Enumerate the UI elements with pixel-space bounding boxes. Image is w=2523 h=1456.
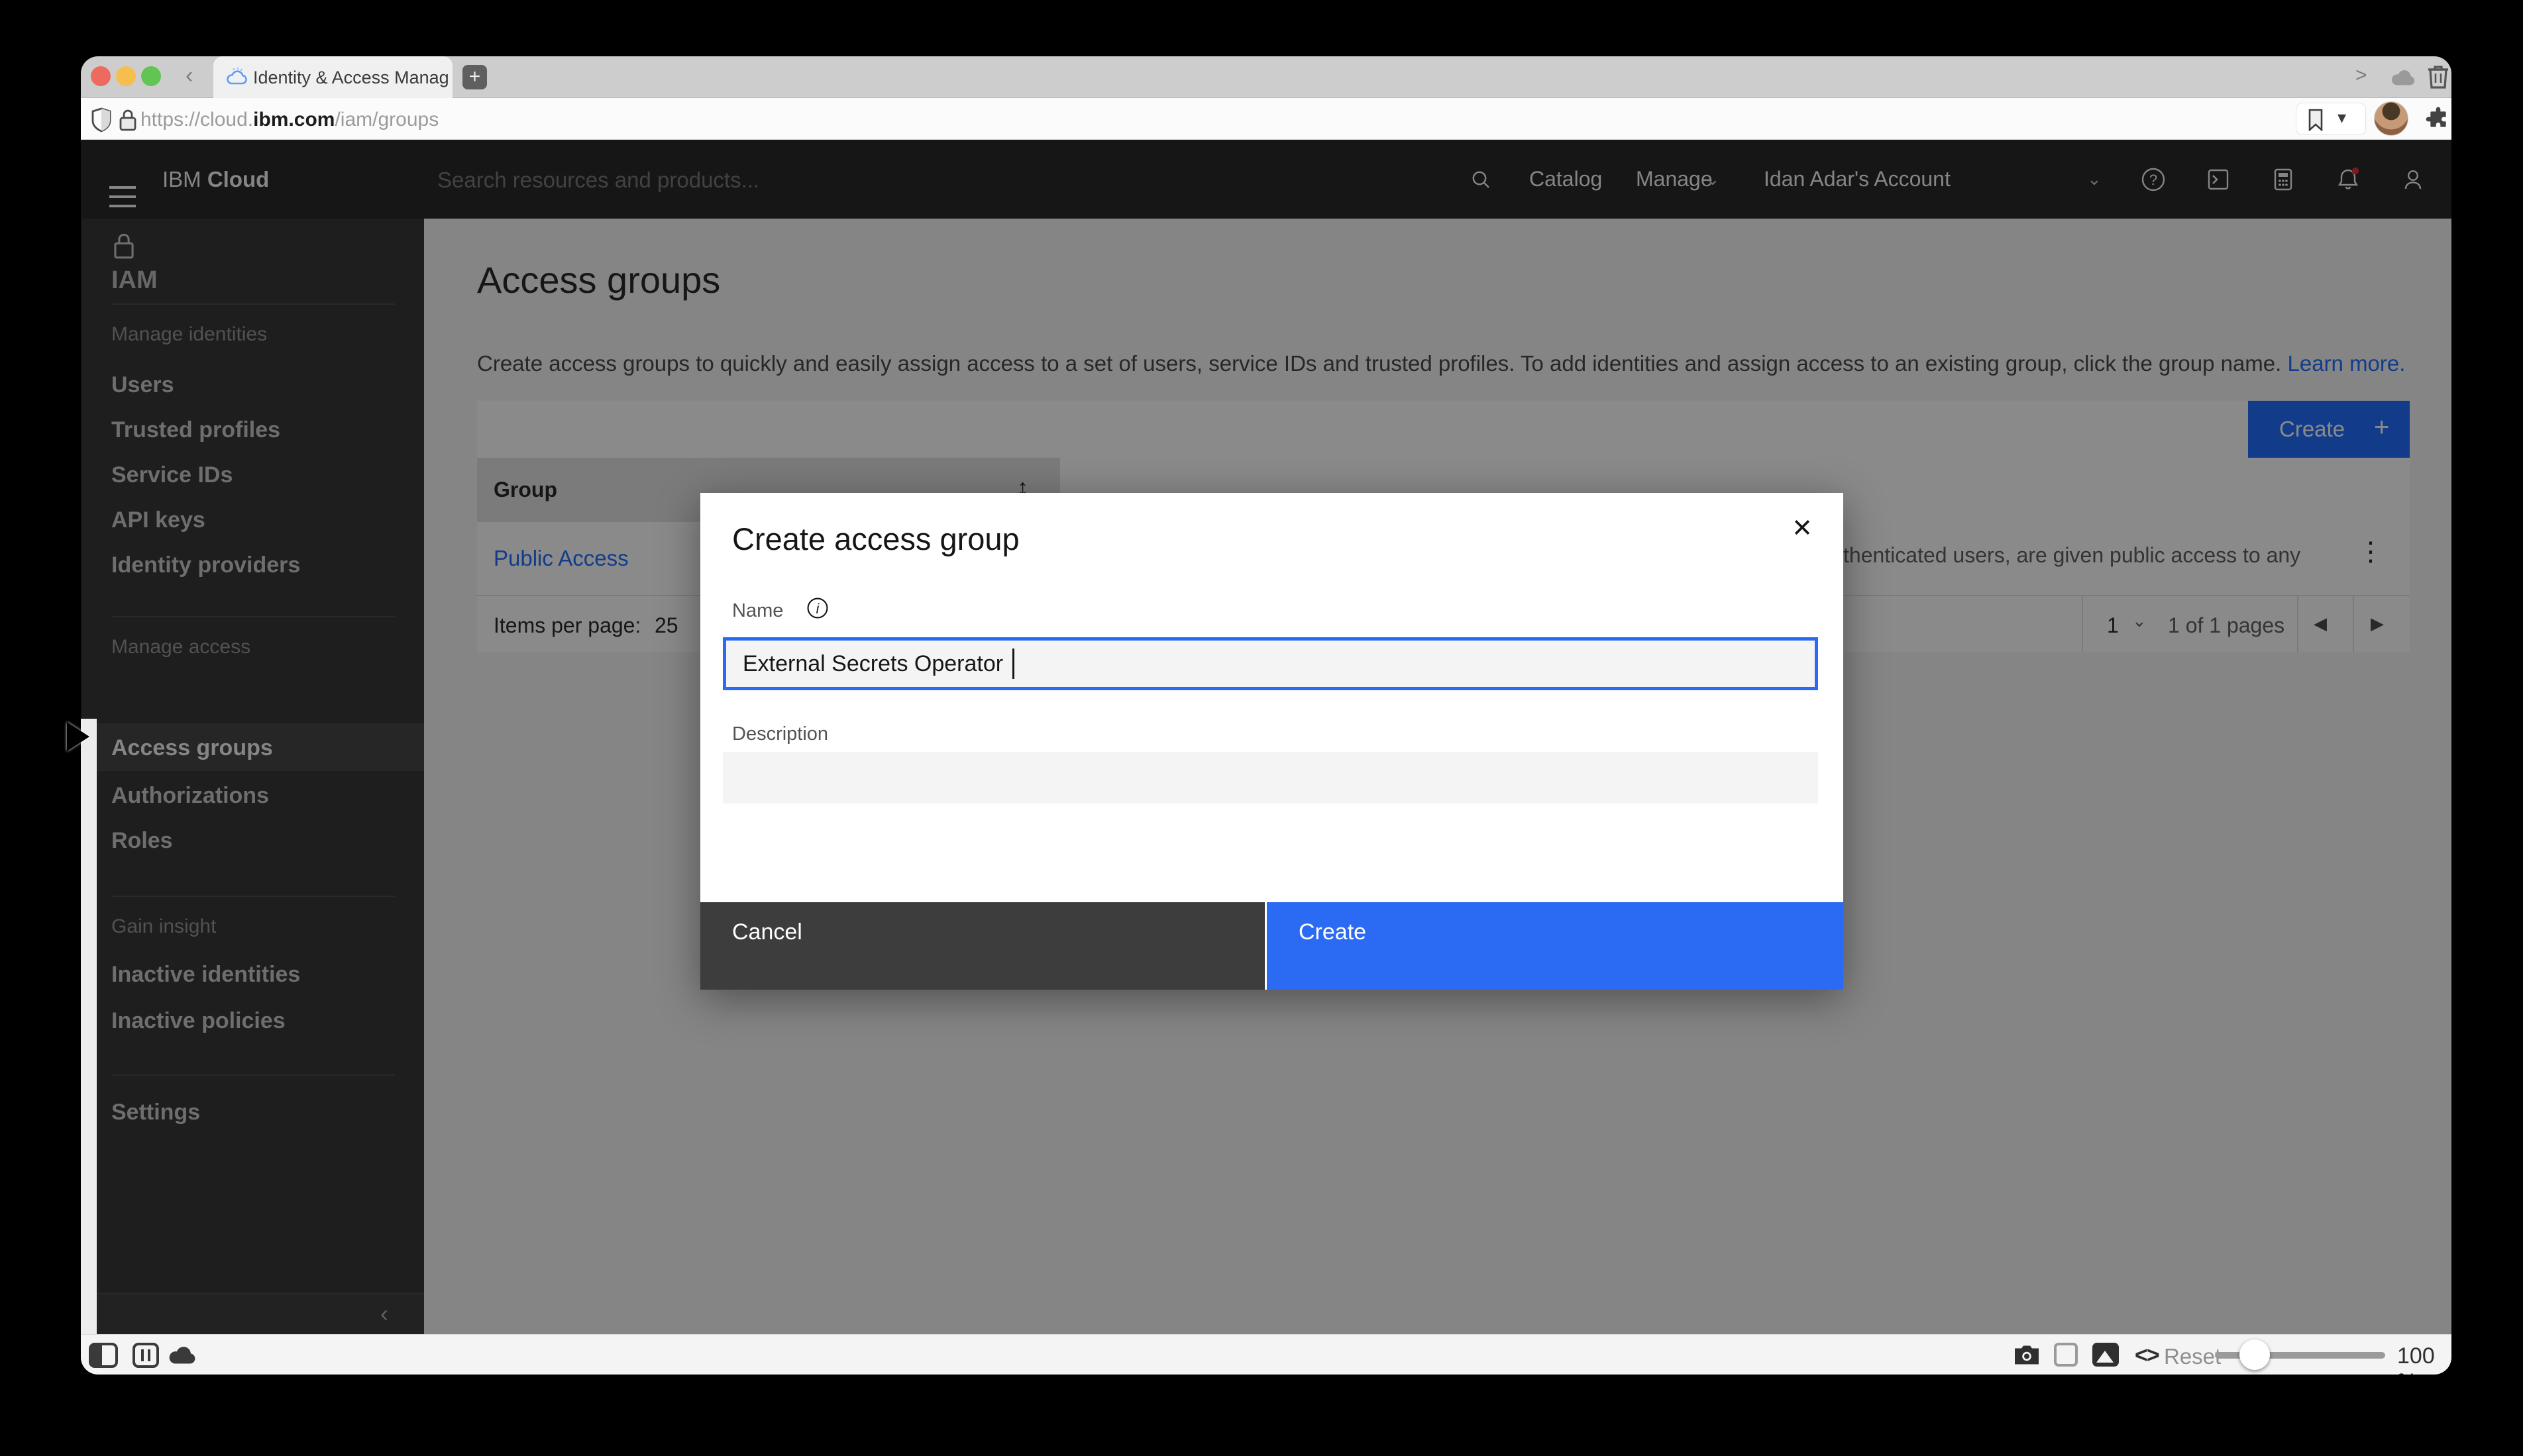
screen: ‹ Identity & Access Manage + >: [0, 0, 2523, 1456]
screenshot-camera-icon[interactable]: [2012, 1343, 2041, 1367]
svg-text:i: i: [816, 601, 820, 617]
info-icon[interactable]: i: [805, 596, 830, 621]
lock-icon: [118, 107, 138, 133]
button-label: Cancel: [732, 919, 802, 945]
address-bar[interactable]: https://cloud.ibm.com/iam/groups ▾: [81, 98, 2451, 140]
name-input-value: External Secrets Operator: [743, 651, 1003, 677]
url-text[interactable]: https://cloud.ibm.com/iam/groups: [140, 109, 439, 131]
ibm-cloud-favicon-icon: [225, 66, 249, 89]
text-caret: [1012, 649, 1014, 679]
new-tab-button[interactable]: +: [462, 65, 487, 89]
button-label: Create: [1299, 919, 1366, 945]
extensions-puzzle-icon[interactable]: [2425, 106, 2451, 132]
image-icon[interactable]: [2092, 1343, 2119, 1367]
icloud-tabs-icon[interactable]: [2389, 66, 2419, 89]
bookmark-dropdown-caret-icon[interactable]: ▾: [2337, 107, 2346, 128]
zoom-window-button[interactable]: [141, 66, 161, 86]
browser-window: ‹ Identity & Access Manage + >: [81, 56, 2451, 1375]
browser-tab-bar: ‹ Identity & Access Manage + >: [81, 56, 2451, 98]
mouse-cursor: [67, 722, 89, 751]
bottom-toolbar: <> Reset 100 %: [81, 1334, 2451, 1375]
cloud-icon[interactable]: [166, 1343, 200, 1367]
create-access-group-modal: Create access group ✕ Name i External Se…: [700, 493, 1843, 990]
close-window-button[interactable]: [91, 66, 111, 86]
privacy-shield-icon[interactable]: [91, 107, 112, 132]
description-label: Description: [732, 723, 828, 745]
cancel-button[interactable]: Cancel: [700, 902, 1265, 990]
trash-icon[interactable]: [2426, 63, 2450, 91]
back-icon[interactable]: ‹: [186, 64, 193, 87]
modal-title: Create access group: [732, 521, 1020, 557]
zoom-percentage: 100 %: [2397, 1343, 2451, 1375]
reset-zoom-button[interactable]: Reset: [2164, 1344, 2221, 1369]
code-view-icon[interactable]: <>: [2135, 1343, 2159, 1369]
modal-create-button[interactable]: Create: [1267, 902, 1843, 990]
window-left-gutter: [81, 719, 97, 1334]
toggle-sidebar-icon[interactable]: [89, 1343, 118, 1368]
minimize-window-button[interactable]: [116, 66, 136, 86]
name-input[interactable]: External Secrets Operator: [723, 637, 1818, 690]
zoom-slider-knob[interactable]: [2239, 1339, 2270, 1370]
browser-tab[interactable]: Identity & Access Manage: [213, 56, 453, 98]
close-icon[interactable]: ✕: [1784, 510, 1821, 547]
device-frame-icon[interactable]: [2054, 1343, 2078, 1367]
profile-avatar[interactable]: [2374, 101, 2408, 136]
forward-history-icon[interactable]: >: [2355, 66, 2367, 85]
tab-title: Identity & Access Manage: [253, 68, 449, 88]
name-label: Name: [732, 600, 783, 622]
description-input[interactable]: [723, 752, 1818, 804]
bookmark-icon[interactable]: [2307, 109, 2324, 131]
split-view-icon[interactable]: [133, 1343, 159, 1368]
bookmark-control[interactable]: ▾: [2296, 103, 2366, 135]
